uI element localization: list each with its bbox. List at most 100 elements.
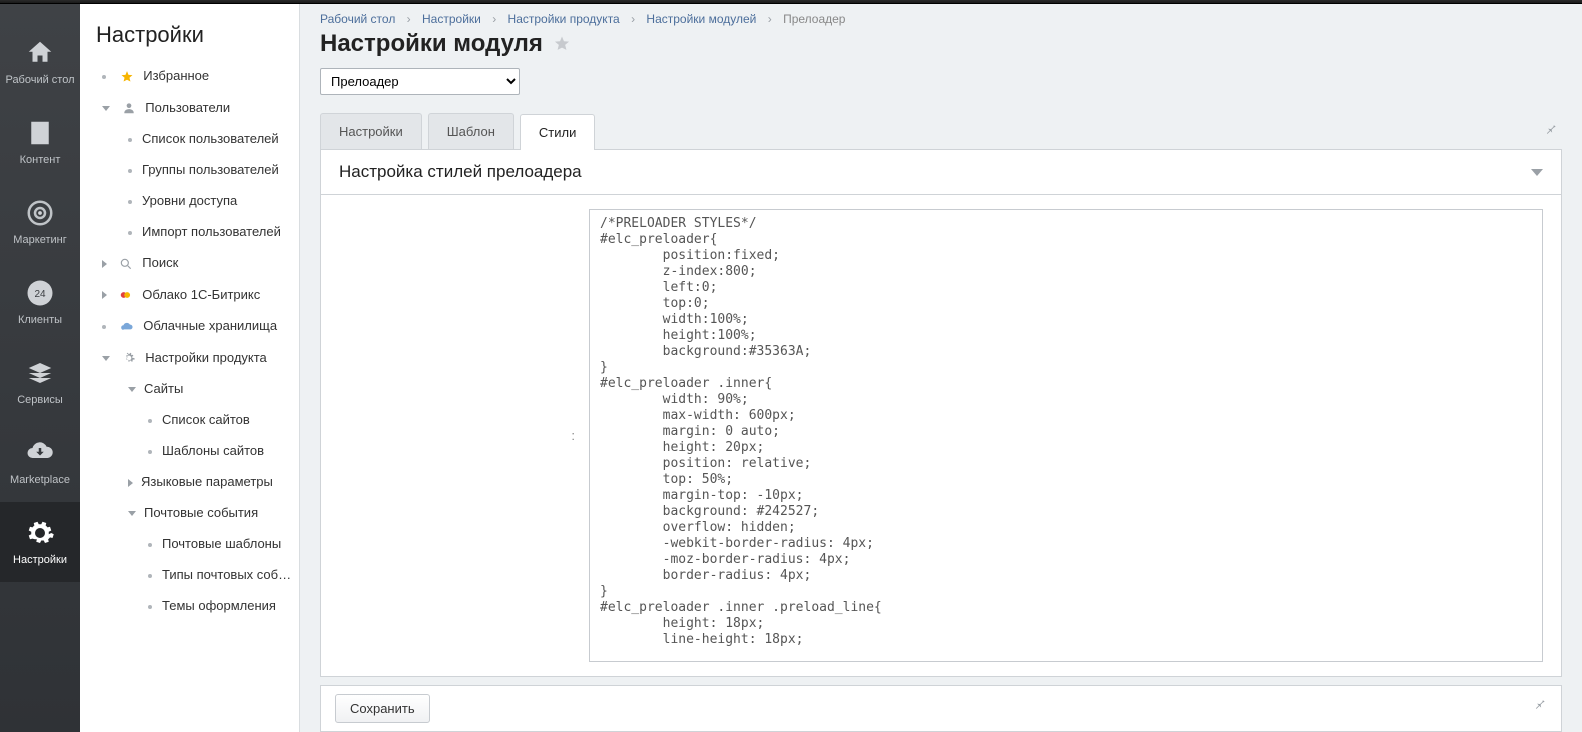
chevron-right-icon: › — [768, 12, 772, 26]
target-icon — [25, 198, 55, 228]
rail-marketing[interactable]: Маркетинг — [0, 182, 80, 262]
rail-label: Рабочий стол — [5, 74, 74, 86]
sidebar-item-mail-events[interactable]: Почтовые события — [80, 497, 299, 528]
favorite-star-icon[interactable] — [553, 35, 571, 53]
chevron-right-icon — [102, 260, 107, 268]
bullet-icon — [102, 75, 106, 79]
bullet-icon — [148, 605, 152, 609]
tab-template[interactable]: Шаблон — [428, 113, 514, 149]
panel-title: Настройка стилей прелоадера — [339, 162, 582, 182]
panel: Настройка стилей прелоадера : — [320, 149, 1562, 677]
chevron-right-icon — [102, 291, 107, 299]
sidebar-item-label: Почтовые шаблоны — [162, 536, 281, 551]
chevron-down-icon — [102, 356, 110, 361]
breadcrumb-item[interactable]: Настройки — [422, 12, 481, 26]
sidebar-item-search[interactable]: Поиск — [80, 247, 299, 279]
sidebar-item-users-groups[interactable]: Группы пользователей — [80, 154, 299, 185]
user-icon — [122, 101, 136, 115]
rail-label: Контент — [20, 154, 61, 166]
document-icon — [25, 118, 55, 148]
sidebar-item-label: Импорт пользователей — [142, 224, 281, 239]
sidebar-item-cloud-storage[interactable]: Облачные хранилища — [80, 310, 299, 342]
sidebar-tree: Избранное Пользователи Список пользовате… — [80, 60, 299, 621]
chevron-down-icon[interactable] — [1531, 169, 1543, 176]
sidebar-item-label: Типы почтовых событий — [162, 567, 299, 582]
sidebar-item-lang-params[interactable]: Языковые параметры — [80, 466, 299, 497]
sidebar-item-users-access[interactable]: Уровни доступа — [80, 185, 299, 216]
breadcrumb-item[interactable]: Настройки продукта — [508, 12, 620, 26]
bullet-icon — [148, 574, 152, 578]
gear-icon — [122, 351, 136, 365]
pin-icon[interactable] — [1533, 696, 1547, 710]
sidebar-item-product-settings[interactable]: Настройки продукта — [80, 342, 299, 374]
chevron-right-icon — [128, 479, 133, 487]
tab-settings[interactable]: Настройки — [320, 113, 422, 149]
sidebar-item-sites-templates[interactable]: Шаблоны сайтов — [80, 435, 299, 466]
breadcrumb-item[interactable]: Настройки модулей — [646, 12, 756, 26]
module-select-wrap: Прелоадер — [320, 68, 1562, 95]
rail-content[interactable]: Контент — [0, 102, 80, 182]
rail-settings[interactable]: Настройки — [0, 502, 80, 582]
sidebar-item-label: Настройки продукта — [145, 350, 267, 365]
field-label: : — [339, 209, 589, 662]
home-icon — [25, 38, 55, 68]
sidebar-item-mail-themes[interactable]: Темы оформления — [80, 590, 299, 621]
footer-bar: Сохранить — [320, 685, 1562, 732]
chevron-right-icon: › — [407, 12, 411, 26]
chevron-right-icon: › — [631, 12, 635, 26]
panel-body: : — [320, 194, 1562, 677]
layers-icon — [25, 358, 55, 388]
svg-text:24: 24 — [34, 289, 46, 300]
page-title-row: Настройки модуля — [300, 26, 1582, 68]
rail-label: Маркетинг — [13, 234, 66, 246]
star-icon — [120, 70, 134, 84]
panel-header: Настройка стилей прелоадера — [320, 149, 1562, 194]
module-select[interactable]: Прелоадер — [320, 68, 520, 95]
rail-label: Настройки — [13, 554, 67, 566]
bullet-icon — [128, 231, 132, 235]
rail-label: Marketplace — [10, 474, 70, 486]
sidebar-item-favorites[interactable]: Избранное — [80, 60, 299, 92]
rail-marketplace[interactable]: Marketplace — [0, 422, 80, 502]
sidebar-item-label: Почтовые события — [144, 505, 258, 520]
bullet-icon — [148, 419, 152, 423]
cloud-1c-icon — [119, 288, 133, 302]
sidebar-item-sites[interactable]: Сайты — [80, 373, 299, 404]
sidebar-item-mail-event-types[interactable]: Типы почтовых событий — [80, 559, 299, 590]
breadcrumb: Рабочий стол › Настройки › Настройки про… — [300, 4, 1582, 26]
pin-icon[interactable] — [1544, 121, 1558, 135]
sidebar: Настройки Избранное Пользователи Список … — [80, 4, 300, 732]
sidebar-item-mail-templates[interactable]: Почтовые шаблоны — [80, 528, 299, 559]
sidebar-item-label: Темы оформления — [162, 598, 276, 613]
clock-24-icon: 24 — [25, 278, 55, 308]
rail-desktop[interactable]: Рабочий стол — [0, 22, 80, 102]
sidebar-item-users-import[interactable]: Импорт пользователей — [80, 216, 299, 247]
main-area: Рабочий стол › Настройки › Настройки про… — [300, 4, 1582, 732]
bullet-icon — [128, 138, 132, 142]
sidebar-item-label: Облако 1С-Битрикс — [142, 287, 260, 302]
breadcrumb-current: Прелоадер — [783, 12, 845, 26]
search-icon — [119, 257, 133, 271]
chevron-down-icon — [128, 387, 136, 392]
sidebar-item-cloud-1c[interactable]: Облако 1С-Битрикс — [80, 279, 299, 311]
save-button[interactable]: Сохранить — [335, 694, 430, 723]
sidebar-item-label: Сайты — [144, 381, 183, 396]
sidebar-title: Настройки — [80, 4, 299, 60]
rail-services[interactable]: Сервисы — [0, 342, 80, 422]
chevron-right-icon: › — [492, 12, 496, 26]
tab-styles[interactable]: Стили — [520, 114, 595, 150]
rail-clients[interactable]: 24 Клиенты — [0, 262, 80, 342]
cloud-download-icon — [25, 438, 55, 468]
sidebar-item-label: Пользователи — [145, 100, 230, 115]
tabs: Настройки Шаблон Стили — [300, 113, 1582, 149]
sidebar-item-label: Список пользователей — [142, 131, 279, 146]
sidebar-item-users-list[interactable]: Список пользователей — [80, 123, 299, 154]
breadcrumb-item[interactable]: Рабочий стол — [320, 12, 395, 26]
nav-rail: Рабочий стол Контент Маркетинг 24 Клиент… — [0, 4, 80, 732]
sidebar-item-users[interactable]: Пользователи — [80, 92, 299, 124]
sidebar-item-sites-list[interactable]: Список сайтов — [80, 404, 299, 435]
root-layout: Рабочий стол Контент Маркетинг 24 Клиент… — [0, 4, 1582, 732]
bullet-icon — [128, 200, 132, 204]
chevron-down-icon — [128, 511, 136, 516]
styles-code-textarea[interactable] — [589, 209, 1543, 662]
